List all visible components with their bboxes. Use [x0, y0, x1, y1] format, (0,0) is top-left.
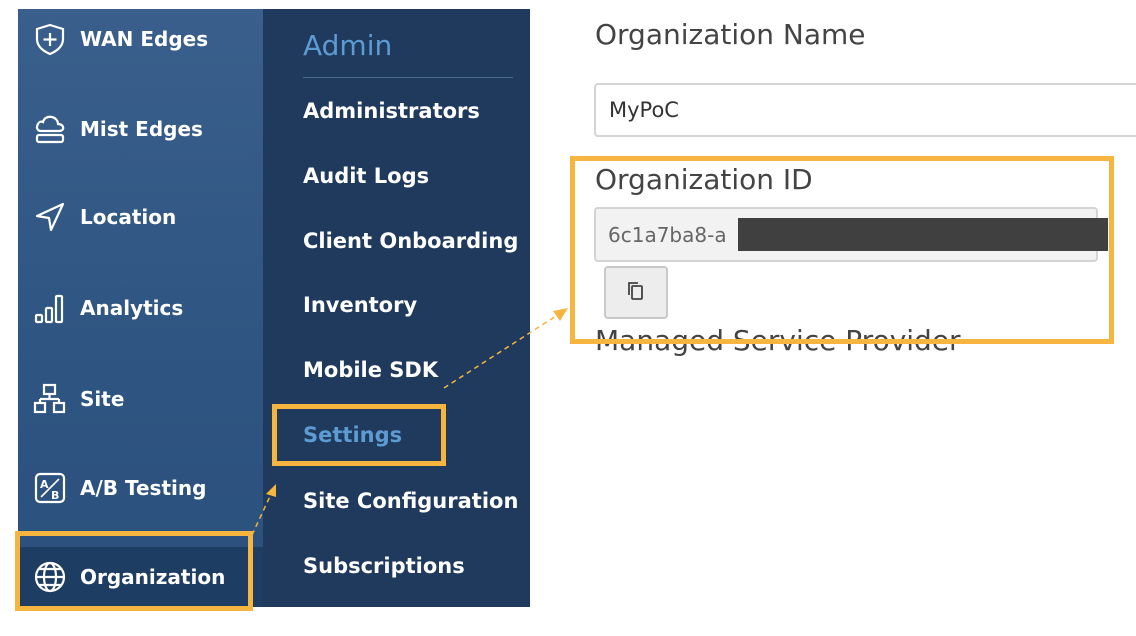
- admin-submenu: Admin Administrators Audit Logs Client O…: [263, 9, 530, 607]
- submenu-item-administrators[interactable]: Administrators: [303, 99, 480, 123]
- sidebar-item-label: Organization: [80, 565, 226, 589]
- sidebar-item-ab-testing[interactable]: A B A/B Testing: [18, 458, 263, 518]
- copy-icon: [624, 279, 648, 307]
- redaction-bar: [738, 218, 1108, 251]
- sidebar-item-label: WAN Edges: [80, 27, 209, 51]
- sidebar-item-label: Analytics: [80, 296, 184, 320]
- main-sidebar: WAN Edges Mist Edges Location Analytics: [18, 9, 263, 607]
- wan-edges-icon: [30, 19, 70, 59]
- sidebar-item-mist-edges[interactable]: Mist Edges: [18, 99, 263, 159]
- organization-icon: [30, 557, 70, 597]
- submenu-item-audit-logs[interactable]: Audit Logs: [303, 164, 429, 188]
- submenu-divider: [303, 77, 513, 78]
- location-icon: [30, 197, 70, 237]
- org-id-value: 6c1a7ba8-a: [608, 222, 727, 247]
- sidebar-item-label: Mist Edges: [80, 117, 203, 141]
- submenu-item-mobile-sdk[interactable]: Mobile SDK: [303, 358, 438, 382]
- svg-text:A: A: [40, 478, 49, 491]
- submenu-item-site-configuration[interactable]: Site Configuration: [303, 489, 518, 513]
- submenu-item-settings[interactable]: Settings: [303, 423, 402, 447]
- org-name-value: MyPoC: [609, 98, 679, 122]
- submenu-item-inventory[interactable]: Inventory: [303, 293, 417, 317]
- site-icon: [30, 379, 70, 419]
- submenu-item-client-onboarding[interactable]: Client Onboarding: [303, 229, 518, 253]
- sidebar-item-label: Location: [80, 205, 177, 229]
- analytics-icon: [30, 288, 70, 328]
- submenu-title: Admin: [303, 29, 393, 62]
- svg-text:B: B: [51, 489, 59, 502]
- sidebar-item-label: A/B Testing: [80, 476, 207, 500]
- mist-edges-icon: [30, 109, 70, 149]
- org-name-input[interactable]: MyPoC: [594, 83, 1136, 137]
- msp-label-text: Managed Service Provider: [595, 327, 961, 357]
- submenu-item-subscriptions[interactable]: Subscriptions: [303, 554, 465, 578]
- sidebar-item-analytics[interactable]: Analytics: [18, 278, 263, 338]
- msp-label: Managed Service Provider: [595, 327, 961, 357]
- sidebar-item-wan-edges[interactable]: WAN Edges: [18, 9, 263, 69]
- copy-org-id-button[interactable]: [604, 266, 668, 319]
- sidebar-item-label: Site: [80, 387, 125, 411]
- org-name-label: Organization Name: [595, 18, 866, 51]
- sidebar-item-organization[interactable]: Organization: [18, 547, 263, 607]
- sidebar-item-location[interactable]: Location: [18, 187, 263, 247]
- ab-testing-icon: A B: [30, 468, 70, 508]
- sidebar-item-site[interactable]: Site: [18, 369, 263, 429]
- org-id-label: Organization ID: [595, 163, 813, 196]
